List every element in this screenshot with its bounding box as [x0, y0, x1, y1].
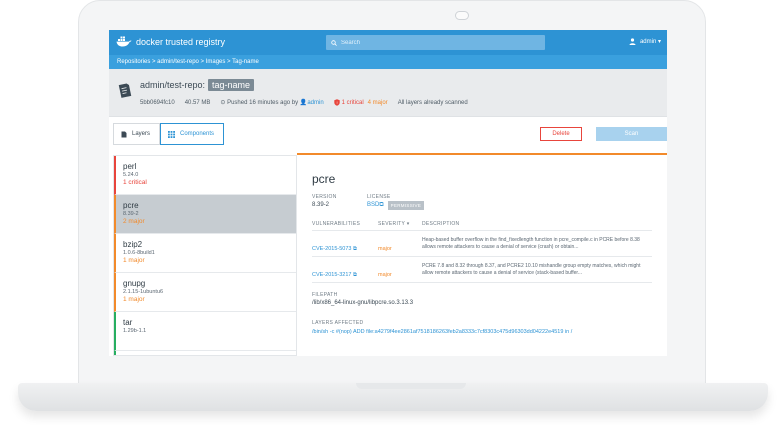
- list-item[interactable]: bzip2 1.0.6-8build1 1 major: [114, 234, 296, 273]
- image-title: admin/test-repo: tag-name: [140, 79, 255, 91]
- scan-status: All layers already scanned: [397, 99, 468, 106]
- filepath-value: /lib/x86_64-linux-gnu/libpcre.so.3.13.3: [312, 300, 414, 306]
- app-screen: docker trusted registry admin ▾ Reposito…: [109, 30, 667, 356]
- svg-text:!: !: [336, 100, 337, 105]
- col-description: DESCRIPTION: [422, 221, 460, 227]
- component-title: pcre: [312, 172, 336, 186]
- top-bar: docker trusted registry admin ▾: [109, 30, 667, 55]
- external-link-icon: ⧉: [352, 246, 357, 252]
- tab-components[interactable]: Components: [160, 123, 224, 145]
- user-menu[interactable]: admin ▾: [629, 38, 661, 45]
- license-badge: PERMISSIVE: [387, 201, 425, 210]
- image-id: 5bb0694fc10: [140, 99, 175, 106]
- search-box[interactable]: [326, 35, 545, 50]
- major-count: 4 major: [367, 99, 388, 106]
- brand-name: docker trusted registry: [136, 36, 226, 47]
- grid-icon: [168, 130, 175, 138]
- breadcrumb[interactable]: Repositories > admin/test-repo > Images …: [109, 55, 667, 69]
- table-row: CVE-2015-5073 ⧉ major Heap-based buffer …: [312, 231, 652, 257]
- clock-icon: ⊙: [220, 100, 226, 106]
- col-vulnerabilities: VULNERABILITIES: [312, 221, 361, 227]
- image-size: 40.57 MB: [184, 99, 211, 106]
- license-label: LICENSE: [367, 194, 391, 200]
- scan-summary: ! 1 critical 4 major: [333, 99, 388, 106]
- repo-name: admin/test-repo:: [140, 80, 206, 90]
- search-icon: [331, 39, 337, 46]
- vulnerability-table: VULNERABILITIES SEVERITY ▾ DESCRIPTION C…: [312, 221, 652, 283]
- shield-icon: !: [333, 99, 340, 106]
- user-name: admin ▾: [639, 39, 661, 45]
- list-item[interactable]: audit: [114, 351, 296, 355]
- laptop-base: [18, 383, 768, 411]
- tab-layers[interactable]: Layers: [113, 123, 160, 145]
- vuln-description: PCRE 7.8 and 8.32 through 8.37, and PCRE…: [422, 263, 641, 276]
- version-value: 8.39-2: [312, 202, 330, 208]
- severity-value: major: [378, 246, 392, 252]
- delete-button[interactable]: Delete: [540, 127, 582, 141]
- vuln-description: Heap-based buffer overflow in the find_f…: [422, 237, 640, 250]
- image-doc-icon: [118, 83, 132, 98]
- layers-affected-label: LAYERS AFFECTED: [312, 320, 364, 326]
- pushed-text: Pushed 16 minutes ago by: [227, 100, 299, 106]
- license-value: BSD⧉ PERMISSIVE: [367, 201, 425, 210]
- laptop-notch: [356, 383, 466, 389]
- tag-badge: tag-name: [208, 79, 255, 91]
- col-severity[interactable]: SEVERITY ▾: [378, 221, 422, 230]
- layers-affected-link[interactable]: /bin/sh -c #(nop) ADD file:a4279f4ee2861…: [312, 329, 572, 335]
- critical-count: ! 1 critical: [333, 99, 364, 106]
- version-label: VERSION: [312, 194, 337, 200]
- list-item-selected[interactable]: pcre 8.39-2 2 major: [114, 195, 296, 234]
- component-detail: pcre VERSION 8.39-2 LICENSE BSD⧉ PERMISS…: [297, 153, 667, 356]
- brand[interactable]: docker trusted registry: [116, 36, 225, 47]
- severity-value: major: [378, 272, 392, 278]
- camera-icon: [455, 11, 469, 20]
- user-icon: [629, 38, 636, 45]
- docker-whale-icon: [116, 36, 132, 47]
- scan-button[interactable]: Scan: [596, 127, 667, 141]
- list-item[interactable]: tar 1.29b-1.1: [114, 312, 296, 351]
- table-header: VULNERABILITIES SEVERITY ▾ DESCRIPTION: [312, 221, 652, 231]
- list-item[interactable]: gnupg 2.1.15-1ubuntu6 1 major: [114, 273, 296, 312]
- component-list: perl 5.24.0 1 critical pcre 8.39-2 2 maj…: [113, 155, 297, 356]
- cve-link[interactable]: CVE-2015-5073 ⧉: [312, 246, 357, 252]
- layers-icon: [121, 131, 127, 137]
- list-item[interactable]: perl 5.24.0 1 critical: [114, 156, 296, 195]
- image-meta: 5bb0694fc10 40.57 MB ⊙ Pushed 16 minutes…: [140, 99, 468, 106]
- license-link[interactable]: BSD⧉: [367, 202, 384, 209]
- external-link-icon: ⧉: [379, 202, 384, 208]
- search-input[interactable]: [341, 39, 531, 46]
- external-link-icon: ⧉: [352, 272, 357, 278]
- filepath-label: FILEPATH: [312, 292, 338, 298]
- cve-link[interactable]: CVE-2015-3217 ⧉: [312, 272, 357, 278]
- pushed-by-link[interactable]: 👤admin: [300, 100, 324, 106]
- image-header: admin/test-repo: tag-name 5bb0694fc10 40…: [109, 69, 667, 117]
- toolbar: Layers Components Delete Scan: [109, 123, 667, 145]
- pushed-info: ⊙ Pushed 16 minutes ago by 👤admin: [220, 99, 323, 106]
- table-row: CVE-2015-3217 ⧉ major PCRE 7.8 and 8.32 …: [312, 257, 652, 283]
